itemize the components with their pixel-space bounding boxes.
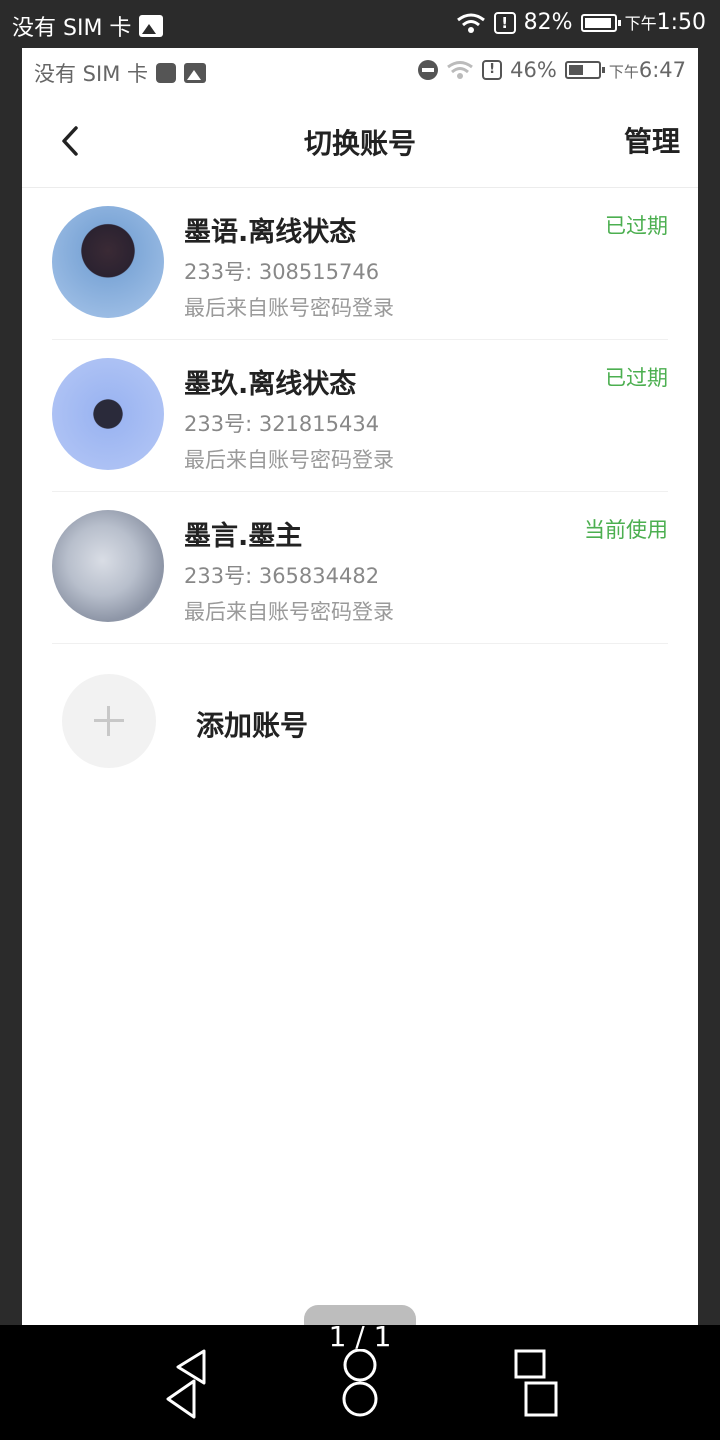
- account-list: 墨语.离线状态 233号: 308515746 最后来自账号密码登录 已过期 墨…: [22, 188, 698, 794]
- account-login-method: 最后来自账号密码登录: [184, 296, 394, 320]
- account-item[interactable]: 墨语.离线状态 233号: 308515746 最后来自账号密码登录 已过期: [52, 188, 668, 340]
- add-account-label: 添加账号: [196, 709, 309, 742]
- image-notification-icon: [139, 15, 164, 37]
- manage-button[interactable]: 管理: [624, 120, 680, 160]
- wifi-icon: [456, 13, 485, 33]
- do-not-disturb-icon: [418, 60, 439, 80]
- ampm-label: 下午: [608, 63, 639, 81]
- clock-time: 1:50: [656, 10, 706, 35]
- alert-icon: !: [482, 60, 503, 80]
- inner-status-bar: 没有 SIM 卡 ! 46% 下午6:47: [22, 48, 698, 94]
- account-status-badge: 已过期: [605, 366, 668, 390]
- account-name: 墨玖.离线状态: [184, 369, 357, 400]
- account-status-badge: 已过期: [605, 214, 668, 238]
- add-icon[interactable]: [62, 674, 156, 768]
- inner-clock-time: 6:47: [638, 58, 686, 82]
- recent-apps-icon[interactable]: [512, 1349, 560, 1419]
- inner-carrier-text: 没有 SIM 卡: [34, 62, 148, 86]
- account-login-method: 最后来自账号密码登录: [184, 600, 394, 624]
- account-name: 墨语.离线状态: [184, 217, 357, 248]
- alert-icon: !: [493, 11, 516, 34]
- top-navigation: 切换账号 管理: [22, 94, 698, 188]
- carrier-text: 没有 SIM 卡: [12, 16, 132, 41]
- avatar: [52, 510, 164, 622]
- page-indicator-text: 1 / 1: [328, 1320, 392, 1353]
- avatar: [52, 206, 164, 318]
- account-status-badge: 当前使用: [584, 518, 668, 542]
- account-id: 233号: 321815434: [184, 412, 380, 436]
- outer-status-bar: 没有 SIM 卡 ! 82% 下午1:50: [0, 0, 720, 48]
- account-id: 233号: 308515746: [184, 260, 380, 284]
- back-icon[interactable]: [160, 1349, 212, 1419]
- ampm-label: 下午: [624, 14, 657, 33]
- battery-icon: [564, 61, 605, 79]
- page-title: 切换账号: [303, 127, 416, 160]
- app-notification-icon: [156, 63, 176, 83]
- add-account-row[interactable]: 添加账号: [52, 644, 668, 794]
- avatar: [52, 358, 164, 470]
- account-item[interactable]: 墨言.墨主 233号: 365834482 最后来自账号密码登录 当前使用: [52, 492, 668, 644]
- account-name: 墨言.墨主: [184, 521, 303, 552]
- home-icon[interactable]: [340, 1349, 380, 1419]
- account-login-method: 最后来自账号密码登录: [184, 448, 394, 472]
- image-notification-icon: [184, 63, 206, 83]
- battery-icon: [580, 13, 621, 32]
- wifi-icon: [447, 61, 474, 79]
- account-item[interactable]: 墨玖.离线状态 233号: 321815434 最后来自账号密码登录 已过期: [52, 340, 668, 492]
- battery-percent: 82%: [523, 10, 573, 35]
- app-screen: 没有 SIM 卡 ! 46% 下午6:47 切换账号 管理 墨语.离线状态 23…: [22, 48, 698, 1325]
- account-id: 233号: 365834482: [184, 564, 380, 588]
- inner-battery-percent: 46%: [510, 58, 557, 82]
